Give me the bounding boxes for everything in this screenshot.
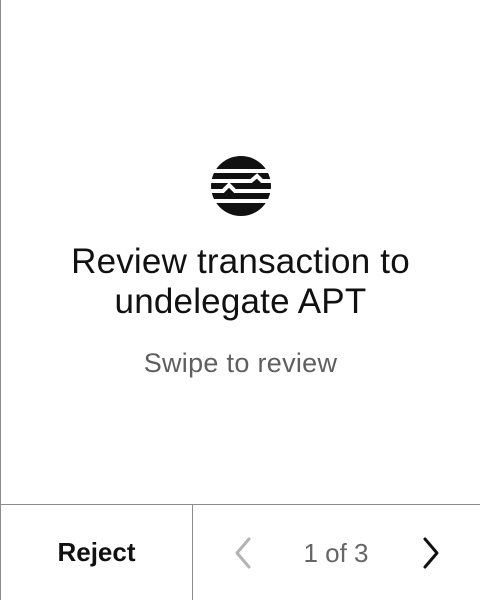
page-navigation: 1 of 3: [193, 505, 480, 600]
review-title: Review transaction to undelegate APT: [71, 242, 410, 321]
chevron-right-icon: [423, 537, 439, 569]
review-content[interactable]: Review transaction to undelegate APT Swi…: [1, 0, 480, 504]
previous-page-button[interactable]: [223, 535, 263, 571]
aptos-logo-icon: [211, 156, 271, 216]
review-footer: Reject 1 of 3: [1, 504, 480, 600]
chevron-left-icon: [235, 537, 251, 569]
next-page-button[interactable]: [411, 535, 451, 571]
review-screen: Review transaction to undelegate APT Swi…: [0, 0, 480, 600]
page-indicator: 1 of 3: [303, 538, 369, 568]
swipe-to-review-text: Swipe to review: [143, 348, 338, 378]
reject-button[interactable]: Reject: [1, 505, 193, 600]
